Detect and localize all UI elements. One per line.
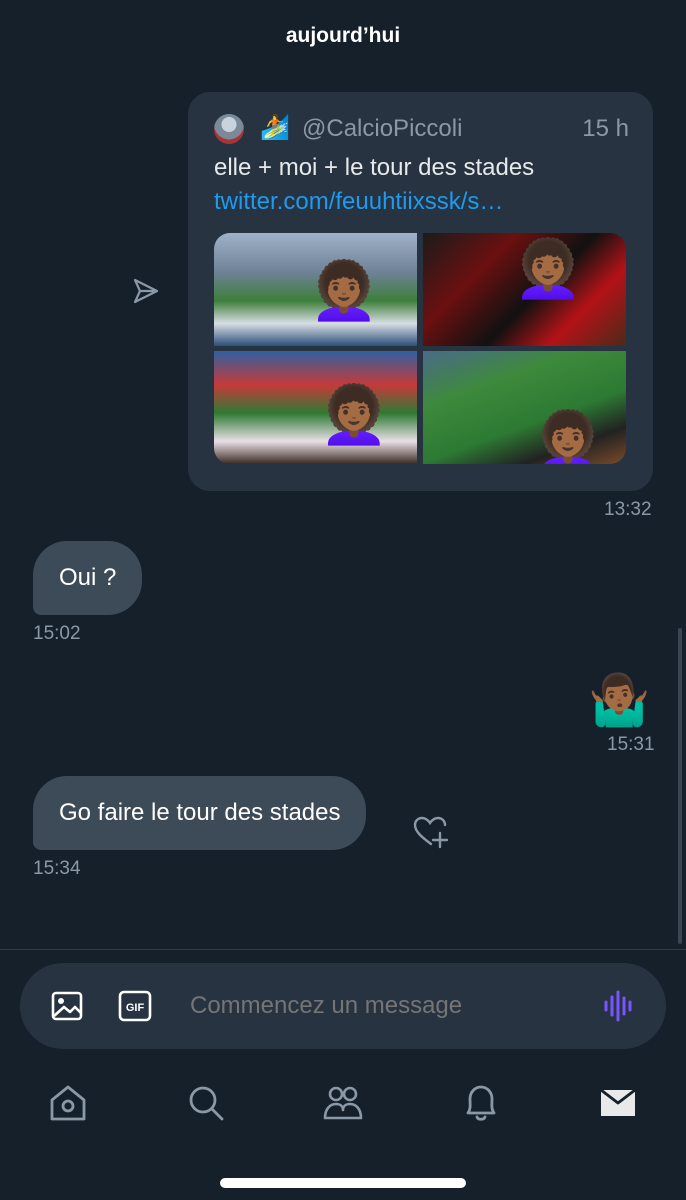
tweet-photo-grid: 👩🏾‍🦱 👩🏾‍🦱 👩🏾‍🦱 👩🏾‍🦱 <box>214 233 626 464</box>
message-timestamp: 15:31 <box>607 734 655 755</box>
tweet-photo-1[interactable]: 👩🏾‍🦱 <box>214 233 417 346</box>
voice-icon[interactable] <box>602 989 636 1023</box>
scrollbar[interactable] <box>678 628 682 944</box>
image-icon[interactable] <box>50 989 84 1023</box>
shared-tweet-card[interactable]: 🏄 @CalcioPiccoli 15 h elle + moi + le to… <box>188 92 653 491</box>
messages-icon[interactable] <box>597 1082 639 1124</box>
photo-emoji: 👩🏾‍🦱 <box>319 383 389 446</box>
tweet-photo-4[interactable]: 👩🏾‍🦱 <box>423 351 626 464</box>
heart-plus-icon[interactable] <box>411 815 449 849</box>
gif-label: GIF <box>126 1002 145 1014</box>
author-avatar[interactable] <box>214 114 244 144</box>
tweet-photo-2[interactable]: 👩🏾‍🦱 <box>423 233 626 346</box>
photo-emoji: 👩🏾‍🦱 <box>533 409 603 465</box>
home-icon[interactable] <box>47 1082 89 1124</box>
home-indicator <box>220 1178 466 1188</box>
date-header: aujourd’hui <box>285 24 401 47</box>
message-timestamp: 15:02 <box>33 623 81 644</box>
search-icon[interactable] <box>185 1082 227 1124</box>
message-input[interactable] <box>190 963 580 1049</box>
tweet-text: elle + moi + le tour des stades <box>214 154 535 181</box>
message-bubble-incoming[interactable]: Go faire le tour des stades <box>33 776 367 850</box>
message-composer: GIF <box>20 963 666 1049</box>
author-emoji: 🏄 <box>260 114 290 141</box>
gif-icon[interactable]: GIF <box>118 989 152 1023</box>
tweet-time: 15 h <box>582 115 629 142</box>
tweet-header: 🏄 @CalcioPiccoli 15 h <box>214 114 629 144</box>
message-emoji-outgoing[interactable]: 🤷🏾‍♂️ <box>588 672 650 728</box>
message-timestamp: 15:34 <box>33 858 81 879</box>
send-icon[interactable] <box>131 276 161 306</box>
divider <box>0 949 686 950</box>
photo-emoji: 👩🏾‍🦱 <box>309 259 379 322</box>
communities-icon[interactable] <box>322 1082 364 1124</box>
photo-emoji: 👩🏾‍🦱 <box>513 237 583 300</box>
shared-tweet-timestamp: 13:32 <box>604 499 652 520</box>
tweet-link[interactable]: twitter.com/feuuhtiixssk/s… <box>214 186 503 218</box>
tweet-photo-3[interactable]: 👩🏾‍🦱 <box>214 351 417 464</box>
author-handle[interactable]: @CalcioPiccoli <box>302 114 462 144</box>
message-bubble-incoming[interactable]: Oui ? <box>33 541 143 615</box>
notifications-icon[interactable] <box>460 1082 502 1124</box>
